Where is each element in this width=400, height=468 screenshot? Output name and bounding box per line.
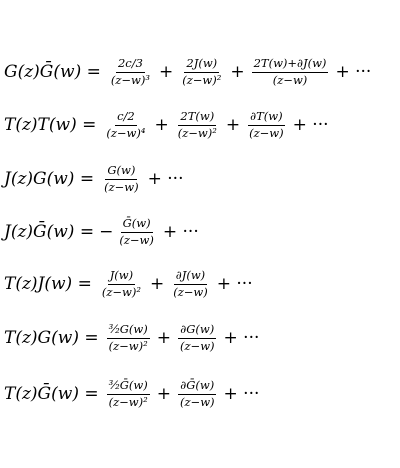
plus-operator: + [156,328,172,348]
fraction-numerator: Ḡ(w) [120,217,153,233]
fraction-term: 2T(w)+∂J(w) (z−w) [251,57,329,87]
fraction-denominator: (z−w)² [108,394,148,409]
equation-lhs: T(z)G(w) = [4,328,99,348]
fraction-denominator: (z−w)³ [110,72,150,87]
fraction-denominator: (z−w)⁴ [106,125,146,140]
fraction-term: 2J(w) (z−w)² [180,57,223,87]
minus-operator: − [99,222,114,242]
ellipsis-tail: + ··· [216,274,253,294]
equation-g-gbar: G(z)Ḡ(w) = 2c/3 (z−w)³ + 2J(w) (z−w)² + … [4,50,371,94]
plus-operator: + [149,274,165,294]
fraction-term: 2c/3 (z−w)³ [109,57,152,87]
equation-t-t: T(z)T(w) = c/2 (z−w)⁴ + 2T(w) (z−w)² + ∂… [4,103,329,147]
plus-operator: + [158,62,174,82]
fraction-numerator: 2T(w)+∂J(w) [251,57,329,73]
fraction-term: ∂G(w) (z−w) [178,323,217,352]
equation-t-j: T(z)J(w) = J(w) (z−w)² + ∂J(w) (z−w) + ·… [4,262,253,306]
fraction-numerator: 2c/3 [115,57,145,73]
equation-lhs: J(z)Ḡ(w) = [4,222,95,242]
equation-lhs: G(z)Ḡ(w) = [4,62,101,82]
equation-lhs: T(z)Ḡ(w) = [4,384,99,404]
plus-operator: + [154,115,169,135]
fraction-denominator: (z−w) [119,232,154,247]
fraction-denominator: (z−w) [180,338,215,353]
ellipsis-tail: + ··· [223,384,260,404]
plus-operator: + [156,384,172,404]
equation-j-gbar: J(z)Ḡ(w) = − Ḡ(w) (z−w) + ··· [4,210,199,254]
fraction-numerator: ∂J(w) [173,269,208,285]
ellipsis-tail: + ··· [147,169,184,189]
equation-j-g: J(z)G(w) = G(w) (z−w) + ··· [4,157,183,201]
plus-operator: + [225,115,241,135]
fraction-term: ∂J(w) (z−w) [171,269,210,299]
equation-t-gbar: T(z)Ḡ(w) = ³⁄₂Ḡ(w) (z−w)² + ∂Ḡ(w) (z−w) … [4,372,259,416]
fraction-term: c/2 (z−w)⁴ [104,110,147,140]
fraction-denominator: (z−w)² [182,72,222,87]
ellipsis-tail: + ··· [162,222,199,242]
fraction-denominator: (z−w)² [177,125,217,140]
equation-lhs: J(z)G(w) = [4,169,95,189]
fraction-denominator: (z−w)² [108,338,148,353]
equation-lhs: T(z)T(w) = [4,115,97,135]
equation-lhs: T(z)J(w) = [4,274,92,294]
fraction-numerator: ∂Ḡ(w) [178,379,217,395]
fraction-term: G(w) (z−w) [102,164,141,194]
fraction-denominator: (z−w) [272,72,308,87]
ellipsis-tail: + ··· [292,115,329,135]
fraction-numerator: G(w) [105,164,138,180]
fraction-numerator: J(w) [107,269,136,285]
plus-operator: + [230,62,245,82]
fraction-numerator: ∂G(w) [178,323,217,339]
fraction-denominator: (z−w) [180,394,215,409]
ellipsis-tail: + ··· [223,328,260,348]
fraction-term: Ḡ(w) (z−w) [117,217,156,247]
fraction-numerator: ³⁄₂Ḡ(w) [106,379,150,395]
fraction-numerator: 2J(w) [184,57,220,73]
fraction-denominator: (z−w) [249,125,284,140]
fraction-numerator: 2T(w) [178,110,217,126]
fraction-term: ∂Ḡ(w) (z−w) [178,379,217,408]
equation-t-g: T(z)G(w) = ³⁄₂G(w) (z−w)² + ∂G(w) (z−w) … [4,316,259,360]
fraction-term: ³⁄₂G(w) (z−w)² [106,323,150,353]
fraction-numerator: ∂T(w) [248,110,285,126]
ope-equation-list: G(z)Ḡ(w) = 2c/3 (z−w)³ + 2J(w) (z−w)² + … [0,0,400,468]
fraction-numerator: ³⁄₂G(w) [106,323,150,339]
fraction-term: ³⁄₂Ḡ(w) (z−w)² [106,379,150,409]
fraction-term: 2T(w) (z−w)² [176,110,219,140]
fraction-denominator: (z−w) [173,284,208,299]
fraction-term: ∂T(w) (z−w) [247,110,286,139]
fraction-denominator: (z−w) [104,179,139,194]
ellipsis-tail: + ··· [335,62,372,82]
fraction-numerator: c/2 [115,110,137,126]
fraction-denominator: (z−w)² [101,284,141,299]
fraction-term: J(w) (z−w)² [100,269,143,299]
